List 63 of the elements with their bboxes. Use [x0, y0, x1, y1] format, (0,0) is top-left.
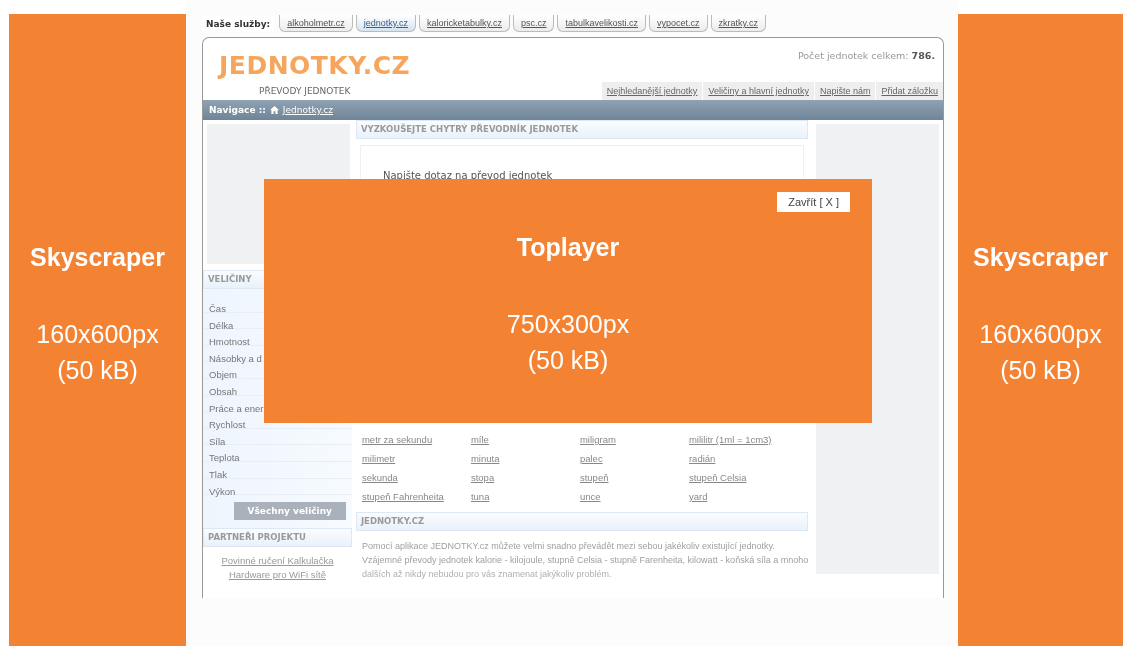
breadcrumb-link[interactable]: Jednotky.cz — [282, 105, 333, 115]
sidebar-item[interactable]: Hmotnost — [209, 335, 250, 349]
section-heading: JEDNOTKY.CZ — [355, 512, 808, 531]
converter-prompt: Napište dotaz na převod jednotek — [382, 170, 554, 181]
unit-link[interactable]: stupeň Fahrenheita — [361, 491, 471, 504]
sidebar-item[interactable]: Výkon — [209, 484, 236, 498]
unit-link[interactable]: miligram — [579, 434, 689, 447]
service-tab[interactable]: vypocet.cz — [649, 15, 708, 32]
banner-title: Skyscraper — [973, 243, 1108, 272]
sidebar-item[interactable]: Tlak — [209, 467, 227, 481]
nav-link[interactable]: Přidat záložku — [875, 82, 943, 100]
unit-link[interactable]: radián — [688, 453, 798, 466]
service-tab[interactable]: tabulkavelikosti.cz — [557, 15, 647, 32]
unit-link[interactable]: palec — [579, 453, 689, 466]
banner-size: 750x300px — [506, 309, 630, 340]
unit-link[interactable]: stupeň — [579, 472, 689, 485]
unit-link[interactable]: mililitr (1ml = 1cm3) — [688, 434, 798, 447]
sidebar-item[interactable]: Síla — [209, 434, 226, 448]
unit-link[interactable]: milimetr — [361, 453, 471, 466]
banner-size: 160x600px — [979, 319, 1102, 350]
close-button[interactable]: Zavřít [ X ] — [777, 192, 850, 212]
banner-title: Toplayer — [516, 233, 620, 262]
service-tab[interactable]: psc.cz — [512, 15, 555, 32]
breadcrumb-label: Navigace :: — [209, 105, 266, 115]
description-text: Pomocí aplikace JEDNOTKY.cz můžete velmi snadno převádět mezi sebou jakékoliv existující jednotky. — [361, 540, 775, 553]
sidebar-item[interactable]: Obsah — [209, 384, 237, 398]
banner-title: Skyscraper — [30, 243, 165, 272]
sidebar-item[interactable]: Rychlost — [209, 418, 246, 432]
nav-link[interactable]: Napište nám — [813, 82, 876, 100]
unit-link[interactable]: stupeň Celsia — [688, 472, 798, 485]
unit-link[interactable]: unce — [579, 491, 689, 504]
banner-weight: (50 kB) — [527, 345, 609, 376]
unit-link[interactable]: metr za sekundu — [361, 434, 471, 447]
partner-link[interactable]: Hardware pro WiFi sítě — [228, 569, 327, 581]
unit-count: Počet jednotek celkem: 786. — [797, 50, 935, 61]
sidebar-item[interactable]: Délka — [209, 318, 234, 332]
section-heading: PARTNEŘI PROJEKTU — [203, 528, 352, 548]
service-tab[interactable]: alkoholmetr.cz — [279, 15, 353, 32]
sidebar-item[interactable]: Práce a ener — [209, 401, 264, 415]
service-tab[interactable]: zkratky.cz — [710, 15, 766, 32]
unit-link[interactable]: míle — [470, 434, 580, 447]
banner-weight: (50 kB) — [57, 355, 138, 386]
unit-link[interactable]: stopa — [470, 472, 580, 485]
banner-weight: (50 kB) — [1000, 355, 1081, 386]
banner-size: 160x600px — [36, 319, 159, 350]
section-heading: VYZKOUŠEJTE CHYTRÝ PŘEVODNÍK JEDNOTEK — [355, 120, 808, 139]
unit-link[interactable]: sekunda — [361, 472, 471, 485]
description-text: dalších až nikdy nebudou pro vás znamenat jakýkoliv problém. — [361, 568, 612, 581]
site-tagline: PŘEVODY JEDNOTEK — [259, 86, 352, 96]
sidebar-item[interactable]: Teplota — [209, 451, 240, 465]
sidebar-item[interactable]: Násobky a d — [209, 351, 262, 365]
unit-link[interactable]: yard — [688, 491, 798, 504]
service-tab[interactable]: kaloricketabulky.cz — [419, 15, 510, 32]
partner-link[interactable]: Povinné ručení Kalkulačka — [221, 555, 334, 567]
unit-link[interactable]: minuta — [470, 453, 580, 466]
home-icon — [269, 106, 279, 114]
nav-link[interactable]: Nejhledanější jednotky — [600, 82, 703, 100]
description-text: Vzájemné převody jednotek kalorie - kilojoule, stupně Celsia - stupně Farenheita, kilowatt - koňská síla a mnoho — [361, 554, 809, 567]
service-tab[interactable]: jednotky.cz — [355, 15, 417, 32]
unit-link[interactable]: tuna — [470, 491, 580, 504]
sidebar-item[interactable]: Objem — [209, 368, 237, 382]
nav-link[interactable]: Veličiny a hlavní jednotky — [702, 82, 814, 100]
sidebar-item[interactable]: Čas — [209, 302, 226, 315]
